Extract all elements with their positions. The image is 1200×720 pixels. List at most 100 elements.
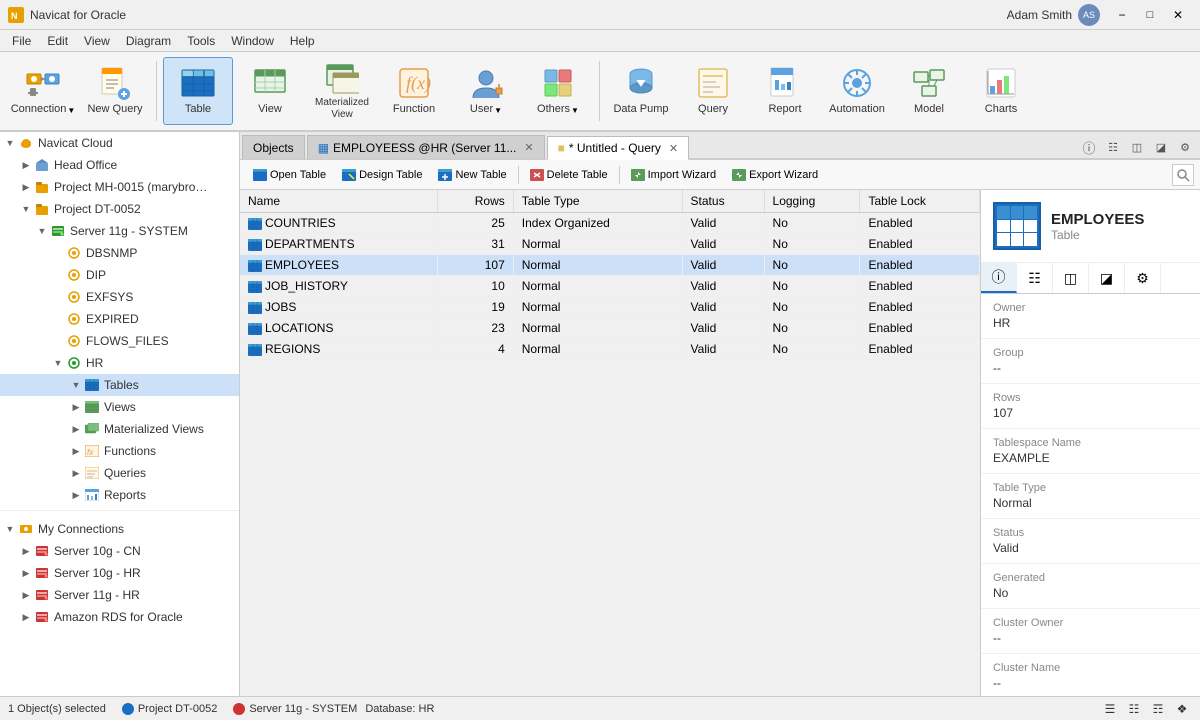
split-v-button[interactable]: ◪: [1150, 136, 1172, 158]
menu-view[interactable]: View: [76, 32, 118, 50]
row-name-employees: EMPLOYEES: [240, 255, 438, 276]
my-connections-item[interactable]: ▼ My Connections: [0, 518, 239, 540]
view-grid-button[interactable]: ☷: [1124, 700, 1144, 718]
amazon-rds-icon: [34, 609, 50, 625]
tab-query-close[interactable]: ✕: [669, 142, 678, 155]
exfsys-item[interactable]: EXFSYS: [0, 286, 239, 308]
settings-button[interactable]: ⚙: [1174, 136, 1196, 158]
table-button[interactable]: Table: [163, 57, 233, 125]
maximize-button[interactable]: □: [1136, 5, 1164, 25]
columns-button[interactable]: ☷: [1102, 136, 1124, 158]
flows-files-label: FLOWS_FILES: [86, 334, 169, 348]
project-dt-expand[interactable]: ▼: [18, 201, 34, 217]
view-split-button[interactable]: ❖: [1172, 700, 1192, 718]
menu-edit[interactable]: Edit: [39, 32, 76, 50]
col-rows[interactable]: Rows: [438, 190, 514, 213]
table-row[interactable]: DEPARTMENTS 31 Normal Valid No Enabled: [240, 234, 980, 255]
col-name[interactable]: Name: [240, 190, 438, 213]
close-button[interactable]: ✕: [1164, 5, 1192, 25]
hr-item[interactable]: ▼ HR: [0, 352, 239, 374]
server-11g-hr-icon: [34, 587, 50, 603]
props-tab-settings[interactable]: ⚙: [1125, 263, 1161, 293]
info-button[interactable]: ⓘ: [1078, 136, 1100, 158]
col-status[interactable]: Status: [682, 190, 764, 213]
automation-button[interactable]: Automation: [822, 57, 892, 125]
server-10g-cn-item[interactable]: ▶ Server 10g - CN: [0, 540, 239, 562]
connection-button[interactable]: Connection ▼: [8, 57, 78, 125]
menu-diagram[interactable]: Diagram: [118, 32, 179, 50]
functions-item[interactable]: ▶ fx Functions: [0, 440, 239, 462]
col-table-type[interactable]: Table Type: [513, 190, 682, 213]
open-table-button[interactable]: Open Table: [246, 164, 333, 186]
tab-query[interactable]: ■ * Untitled - Query ✕: [547, 136, 690, 160]
function-button[interactable]: f(x) Function: [379, 57, 449, 125]
props-tab-split-h[interactable]: ◫: [1053, 263, 1089, 293]
menu-file[interactable]: File: [4, 32, 39, 50]
table-row[interactable]: REGIONS 4 Normal Valid No Enabled: [240, 339, 980, 360]
flows-files-item[interactable]: FLOWS_FILES: [0, 330, 239, 352]
project-mh-expand[interactable]: ▶: [18, 179, 34, 195]
queries-item[interactable]: ▶ Queries: [0, 462, 239, 484]
hr-expand[interactable]: ▼: [50, 355, 66, 371]
props-tab-split-v[interactable]: ◪: [1089, 263, 1125, 293]
expired-item[interactable]: EXPIRED: [0, 308, 239, 330]
dbsnmp-expand[interactable]: [50, 245, 66, 261]
views-item[interactable]: ▶ Views: [0, 396, 239, 418]
queries-icon: [84, 465, 100, 481]
my-connections-expand[interactable]: ▼: [2, 521, 18, 537]
navicat-cloud-item[interactable]: ▼ Navicat Cloud: [0, 132, 239, 154]
delete-table-button[interactable]: Delete Table: [523, 164, 615, 186]
query-button[interactable]: Query: [678, 57, 748, 125]
mat-views-item[interactable]: ▶ Materialized Views: [0, 418, 239, 440]
user-button[interactable]: User ▼: [451, 57, 521, 125]
server-11g-hr-item[interactable]: ▶ Server 11g - HR: [0, 584, 239, 606]
props-tab-info[interactable]: ⓘ: [981, 263, 1017, 293]
dbsnmp-item[interactable]: DBSNMP: [0, 242, 239, 264]
tab-employeess[interactable]: ▦ EMPLOYEESS @HR (Server 11... ✕: [307, 135, 545, 159]
view-detail-button[interactable]: ☶: [1148, 700, 1168, 718]
amazon-rds-item[interactable]: ▶ Amazon RDS for Oracle: [0, 606, 239, 628]
view-list-button[interactable]: ☰: [1100, 700, 1120, 718]
table-row[interactable]: JOB_HISTORY 10 Normal Valid No Enabled: [240, 276, 980, 297]
server-10g-hr-item[interactable]: ▶ Server 10g - HR: [0, 562, 239, 584]
search-box[interactable]: [1172, 164, 1194, 186]
menubar: File Edit View Diagram Tools Window Help: [0, 30, 1200, 52]
table-row[interactable]: COUNTRIES 25 Index Organized Valid No En…: [240, 213, 980, 234]
import-wizard-button[interactable]: Import Wizard: [624, 164, 723, 186]
view-button[interactable]: View: [235, 57, 305, 125]
split-h-button[interactable]: ◫: [1126, 136, 1148, 158]
head-office-expand[interactable]: ▶: [18, 157, 34, 173]
materialized-view-button[interactable]: Materialized View: [307, 57, 377, 125]
others-button[interactable]: Others ▼: [523, 57, 593, 125]
head-office-item[interactable]: ▶ Head Office: [0, 154, 239, 176]
server-system-item[interactable]: ▼ Server 11g - SYSTEM: [0, 220, 239, 242]
model-button[interactable]: Model: [894, 57, 964, 125]
tab-employeess-close[interactable]: ✕: [524, 141, 533, 154]
menu-window[interactable]: Window: [223, 32, 282, 50]
design-table-button[interactable]: Design Table: [335, 164, 429, 186]
col-logging[interactable]: Logging: [764, 190, 860, 213]
reports-item[interactable]: ▶ Reports: [0, 484, 239, 506]
dip-item[interactable]: DIP: [0, 264, 239, 286]
col-table-lock[interactable]: Table Lock: [860, 190, 980, 213]
server-system-expand[interactable]: ▼: [34, 223, 50, 239]
table-row[interactable]: LOCATIONS 23 Normal Valid No Enabled: [240, 318, 980, 339]
new-table-button[interactable]: New Table: [431, 164, 513, 186]
table-row[interactable]: JOBS 19 Normal Valid No Enabled: [240, 297, 980, 318]
charts-button[interactable]: Charts: [966, 57, 1036, 125]
report-button[interactable]: Report: [750, 57, 820, 125]
props-tab-columns[interactable]: ☷: [1017, 263, 1053, 293]
project-mh-item[interactable]: ▶ Project MH-0015 (marybrown...): [0, 176, 239, 198]
data-pump-button[interactable]: Data Pump: [606, 57, 676, 125]
tables-item[interactable]: ▼ Tables: [0, 374, 239, 396]
new-query-button[interactable]: New Query: [80, 57, 150, 125]
menu-help[interactable]: Help: [282, 32, 323, 50]
minimize-button[interactable]: −: [1108, 5, 1136, 25]
table-row-employees[interactable]: EMPLOYEES 107 Normal Valid No Enabled: [240, 255, 980, 276]
project-mh-icon: [34, 179, 50, 195]
navicat-cloud-expand[interactable]: ▼: [2, 135, 18, 151]
export-wizard-button[interactable]: Export Wizard: [725, 164, 825, 186]
menu-tools[interactable]: Tools: [179, 32, 223, 50]
project-dt-item[interactable]: ▼ Project DT-0052: [0, 198, 239, 220]
tab-objects[interactable]: Objects: [242, 135, 305, 159]
